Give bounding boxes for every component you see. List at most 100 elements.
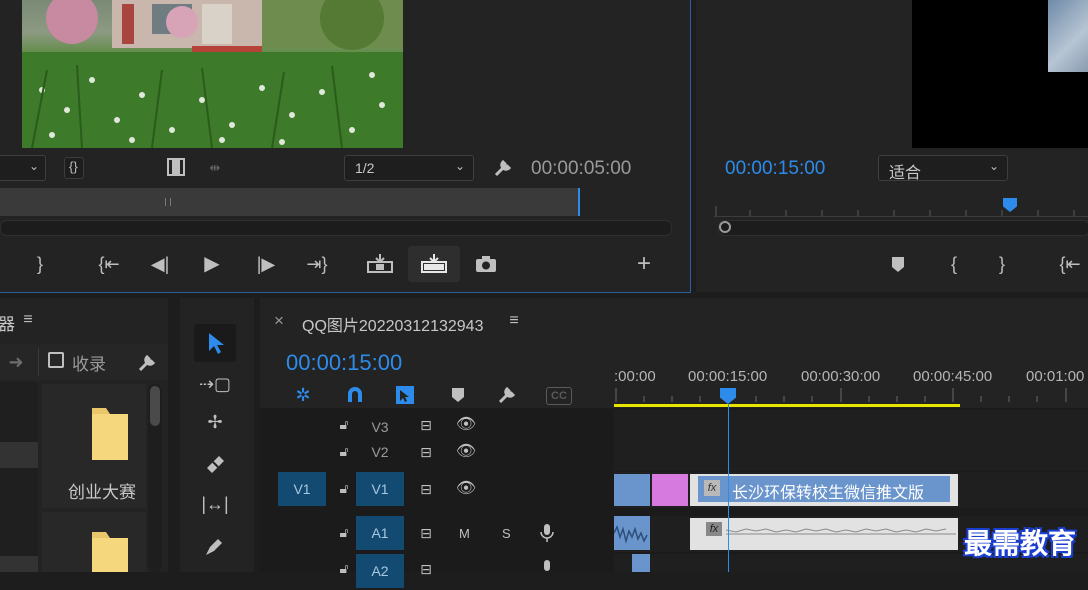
track-select-tool-icon[interactable]: ⇢▢: [199, 372, 231, 396]
fx-badge[interactable]: fx: [704, 480, 720, 496]
film-strip-icon[interactable]: [166, 157, 186, 177]
watermark-logo: 最需教育: [964, 527, 1077, 560]
wrench-icon[interactable]: [496, 384, 518, 406]
sync-lock-icon[interactable]: ⊟: [416, 524, 436, 542]
track-lane-v2[interactable]: [614, 435, 1088, 471]
source-dropdown[interactable]: ⌄: [0, 155, 46, 181]
step-back-icon[interactable]: ◀|: [148, 252, 172, 276]
eye-icon[interactable]: 👁︎: [456, 480, 476, 498]
nest-sequence-icon[interactable]: ✲: [292, 384, 314, 406]
folder-icon: [92, 528, 128, 572]
slip-tool-icon[interactable]: |↔|: [198, 492, 232, 516]
work-area-bar[interactable]: [614, 404, 960, 407]
lock-icon[interactable]: 🔓︎: [336, 524, 352, 540]
track-name[interactable]: V1: [356, 472, 404, 506]
sequence-tab-title[interactable]: QQ图片20220312132943: [302, 312, 483, 336]
eye-icon[interactable]: 👁︎: [456, 416, 476, 434]
panel-menu-icon[interactable]: ≡: [20, 312, 36, 328]
program-ruler-ticks: [715, 206, 1075, 216]
title-clip[interactable]: fx 长沙环保转校生微信推文版: [690, 474, 958, 506]
mute-button[interactable]: M: [459, 526, 470, 541]
add-button-icon[interactable]: +: [632, 252, 656, 276]
source-scrub-bar[interactable]: [0, 188, 580, 216]
resolution-dropdown[interactable]: 1/2 ⌄: [344, 155, 474, 181]
program-timecode[interactable]: 00:00:15:00: [725, 158, 825, 180]
bin-item[interactable]: [42, 512, 146, 572]
sync-lock-icon[interactable]: ⊟: [416, 560, 436, 578]
scrollbar-handle[interactable]: [719, 221, 731, 233]
play-icon[interactable]: ▶: [200, 252, 224, 276]
program-zoom-scrollbar[interactable]: [718, 220, 1088, 236]
insert-icon[interactable]: [366, 252, 394, 276]
solo-button[interactable]: S: [502, 526, 511, 541]
track-name[interactable]: A1: [356, 516, 404, 550]
list-item-selected[interactable]: [0, 556, 38, 572]
linked-selection-icon[interactable]: [394, 384, 416, 406]
sync-lock-icon[interactable]: ⊟: [416, 416, 436, 434]
snap-magnet-icon[interactable]: [344, 384, 366, 406]
mark-out-icon[interactable]: }: [32, 252, 48, 276]
track-name[interactable]: V2: [356, 435, 404, 469]
go-to-in-icon[interactable]: {⇤: [96, 252, 122, 276]
program-time-ruler[interactable]: [714, 198, 1088, 217]
mark-in-icon[interactable]: {: [946, 252, 962, 276]
timeline-playhead-line[interactable]: [728, 404, 729, 572]
lock-icon[interactable]: 🔓︎: [336, 480, 352, 496]
go-to-in-icon[interactable]: {⇤: [1056, 252, 1084, 276]
camera-icon[interactable]: [474, 252, 498, 276]
timeline-timecode[interactable]: 00:00:15:00: [286, 350, 402, 376]
step-forward-icon[interactable]: |▶: [254, 252, 278, 276]
add-marker-icon[interactable]: [448, 384, 468, 406]
audio-clip[interactable]: [632, 554, 650, 572]
track-header-a1: 🔓︎ A1 ⊟ M S: [260, 516, 613, 552]
microphone-icon[interactable]: [538, 558, 556, 580]
lock-icon[interactable]: 🔓︎: [336, 443, 352, 459]
sync-lock-icon[interactable]: ⊟: [416, 443, 436, 461]
marker-icon[interactable]: [888, 254, 908, 274]
track-lane-v1[interactable]: fx 长沙环保转校生微信推文版: [614, 472, 1088, 508]
mark-out-icon[interactable]: }: [994, 252, 1010, 276]
lock-icon[interactable]: 🔓︎: [336, 560, 352, 576]
sync-lock-icon[interactable]: ⊟: [416, 480, 436, 498]
chevron-down-icon: ⌄: [28, 159, 39, 173]
overwrite-button[interactable]: [408, 246, 460, 282]
settings-bracket-button[interactable]: {}: [64, 157, 84, 179]
wrench-icon[interactable]: [136, 352, 158, 374]
project-scrollbar[interactable]: [148, 384, 162, 572]
razor-tool-icon[interactable]: [200, 452, 230, 476]
scrollbar-thumb[interactable]: [150, 386, 160, 426]
close-sequence-tab[interactable]: ×: [274, 311, 284, 331]
source-zoom-scrollbar[interactable]: [0, 220, 672, 236]
timeline-ruler[interactable]: :00:00 00:00:15:00 00:00:30:00 00:00:45:…: [614, 360, 1088, 410]
forward-arrow-icon[interactable]: ➜: [6, 352, 26, 372]
program-video-frame: [912, 0, 1088, 148]
ripple-edit-tool-icon[interactable]: ✢: [200, 410, 230, 434]
go-to-out-icon[interactable]: ⇥}: [304, 252, 330, 276]
favorites-label: 收录: [72, 355, 106, 374]
bin-item[interactable]: 创业大赛: [42, 384, 146, 508]
video-clip[interactable]: [614, 474, 650, 506]
source-patch-v1[interactable]: V1: [278, 472, 326, 506]
lock-icon[interactable]: 🔓︎: [336, 416, 352, 432]
list-item-selected[interactable]: [0, 442, 38, 468]
wrench-icon[interactable]: [492, 157, 514, 179]
tools-panel: ⇢▢ ✢ |↔|: [180, 298, 254, 572]
project-panel-title: 器: [0, 315, 15, 334]
favorites-checkbox[interactable]: [48, 352, 64, 368]
track-name[interactable]: A2: [356, 554, 404, 588]
pen-tool-icon[interactable]: [200, 534, 230, 558]
eye-icon[interactable]: 👁︎: [456, 443, 476, 461]
audio-waveform-icon[interactable]: ⇹: [202, 158, 228, 176]
video-clip[interactable]: [652, 474, 688, 506]
source-playhead-marker[interactable]: [578, 188, 580, 216]
audio-clip[interactable]: [613, 516, 650, 550]
project-panel: 器 ≡ ➜ 收录 创业大赛: [0, 298, 168, 572]
panel-menu-icon[interactable]: ≡: [506, 313, 522, 329]
selection-tool-button[interactable]: [194, 324, 236, 362]
captions-icon[interactable]: CC: [546, 387, 572, 405]
track-header-a2: 🔓︎ A2 ⊟: [260, 554, 613, 590]
microphone-icon[interactable]: [538, 522, 556, 544]
fit-dropdown[interactable]: 适合 ⌄: [878, 155, 1008, 182]
fx-badge[interactable]: fx: [706, 522, 722, 536]
title-audio-clip[interactable]: fx: [690, 518, 958, 550]
